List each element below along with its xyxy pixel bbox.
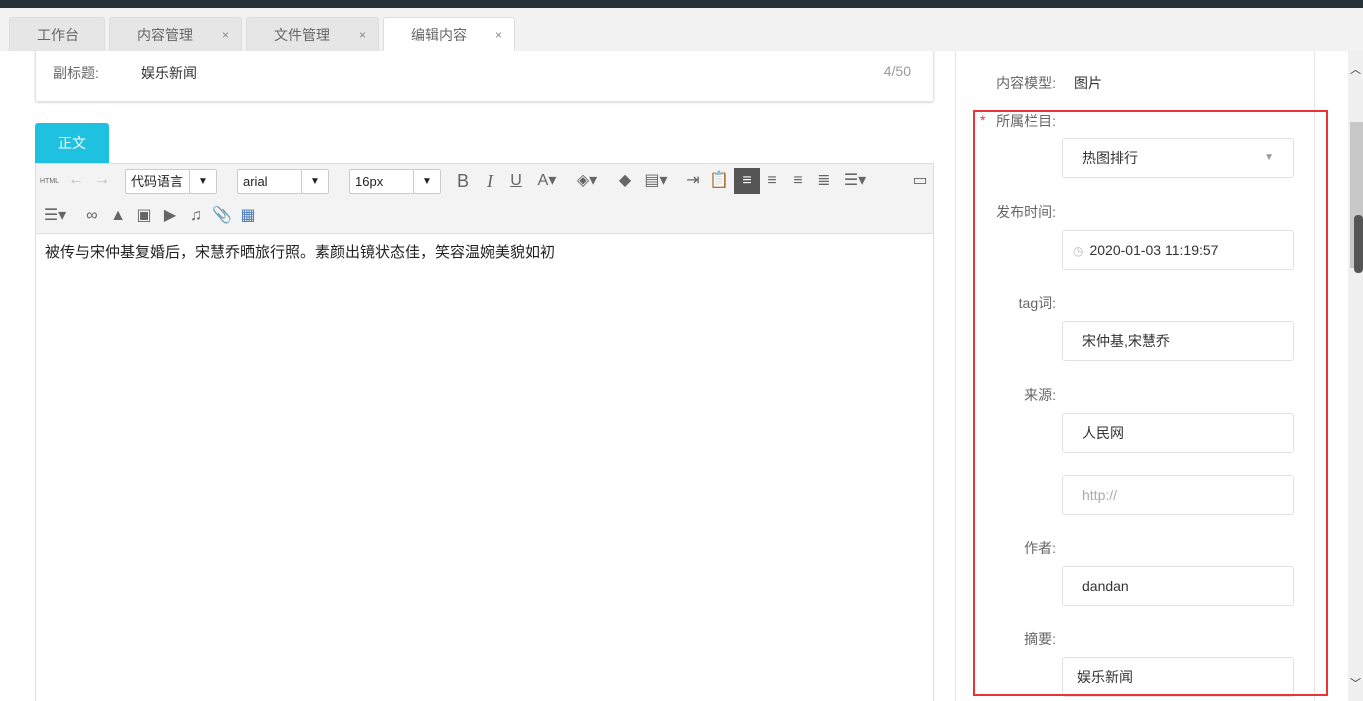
scroll-grip: [1354, 215, 1363, 273]
editor-toolbar: HTML ← → 代码语言 ▼ arial ▼ 16px ▼ B I U A▾ ◈▾ …: [36, 164, 933, 234]
insert-image-icon[interactable]: ▣: [133, 206, 155, 226]
tab-edit-content[interactable]: 编辑内容 ×: [383, 17, 515, 52]
chevron-down-icon: ▼: [413, 170, 440, 193]
image-icon[interactable]: ▲: [107, 206, 129, 226]
tag-label: tag词:: [1018, 295, 1056, 311]
publish-time-label: 发布时间:: [996, 204, 1056, 220]
close-icon[interactable]: ×: [495, 18, 502, 52]
gallery-icon[interactable]: ▦: [237, 206, 259, 226]
close-icon[interactable]: ×: [359, 18, 366, 52]
publish-time-input[interactable]: ◷ 2020-01-03 11:19:57: [1062, 230, 1294, 270]
undo-icon[interactable]: ←: [65, 170, 87, 190]
align-center-icon[interactable]: ≡: [787, 171, 809, 191]
tab-label: 工作台: [37, 27, 79, 43]
subtitle-label: 副标题:: [53, 65, 99, 81]
unordered-list-icon[interactable]: ☰▾: [40, 206, 70, 226]
scrollbar-thumb[interactable]: [1350, 122, 1363, 273]
column-select[interactable]: 热图排行 ▼: [1062, 138, 1294, 178]
tab-label: 编辑内容: [411, 27, 467, 43]
top-bar: [0, 0, 1363, 8]
ordered-list-icon[interactable]: ☰▾: [840, 171, 870, 191]
scroll-down-icon[interactable]: ﹀: [1350, 675, 1361, 691]
main-area: 副标题: 娱乐新闻 4/50 正文 HTML ← → 代码语言 ▼ arial ▼ …: [0, 51, 1348, 701]
select-value: arial: [243, 174, 268, 189]
background-color-icon[interactable]: ◈▾: [572, 171, 602, 191]
close-icon[interactable]: ×: [222, 18, 229, 52]
select-value: 热图排行: [1082, 150, 1138, 166]
attachment-icon[interactable]: 📎: [211, 206, 233, 226]
subtitle-count: 4/50: [883, 63, 911, 79]
column-label: 所属栏目:: [996, 113, 1056, 129]
summary-input[interactable]: 娱乐新闻: [1062, 657, 1294, 697]
select-value: 16px: [355, 174, 384, 189]
tab-bar: 工作台 内容管理 × 文件管理 × 编辑内容 ×: [0, 8, 1363, 52]
source-input[interactable]: 人民网: [1062, 413, 1294, 453]
eraser-icon[interactable]: ◆: [614, 171, 636, 191]
editor-content[interactable]: 被传与宋仲基复婚后，宋慧乔晒旅行照。素颜出镜状态佳，笑容温婉美貌如初: [36, 234, 933, 269]
html-source-button[interactable]: HTML: [40, 172, 59, 192]
font-family-select[interactable]: arial ▼: [237, 169, 329, 194]
properties-panel: 内容模型: 图片 * 所属栏目: 热图排行 ▼ 发布时间: ◷ 2020-01-03…: [955, 51, 1315, 701]
bold-icon[interactable]: B: [452, 171, 474, 191]
source-label: 来源:: [1024, 387, 1056, 403]
scroll-up-icon[interactable]: ︿: [1350, 61, 1361, 77]
scrollbar[interactable]: ︿ ﹀: [1348, 51, 1363, 701]
tab-content-management[interactable]: 内容管理 ×: [109, 17, 242, 51]
summary-label: 摘要:: [1024, 631, 1056, 647]
tab-label: 文件管理: [274, 27, 330, 43]
underline-icon[interactable]: U: [505, 171, 527, 191]
subtitle-input[interactable]: 娱乐新闻: [141, 63, 197, 83]
fullscreen-icon[interactable]: ▭: [909, 171, 931, 191]
author-input[interactable]: dandan: [1062, 566, 1294, 606]
music-icon[interactable]: ♫: [185, 206, 207, 226]
input-value: 2020-01-03 11:19:57: [1089, 242, 1219, 258]
content-model-value: 图片: [1074, 75, 1102, 91]
align-right-icon[interactable]: ≡: [761, 171, 783, 191]
paste-icon[interactable]: 📋: [708, 171, 730, 191]
tab-label: 内容管理: [137, 27, 193, 43]
select-value: 代码语言: [131, 174, 184, 189]
source-url-input[interactable]: http://: [1062, 475, 1294, 515]
content-model-label: 内容模型:: [996, 75, 1056, 91]
align-left-icon[interactable]: ≡: [734, 168, 760, 194]
author-label: 作者:: [1024, 540, 1056, 556]
align-justify-icon[interactable]: ≣: [813, 171, 835, 191]
indent-icon[interactable]: ⇥: [682, 171, 704, 191]
body-tab[interactable]: 正文: [35, 123, 109, 163]
clock-icon: ◷: [1073, 244, 1084, 258]
tab-workbench[interactable]: 工作台: [9, 17, 105, 51]
subtitle-field: 副标题: 娱乐新闻 4/50: [35, 51, 934, 102]
tab-file-management[interactable]: 文件管理 ×: [246, 17, 379, 51]
link-icon[interactable]: ∞: [81, 206, 103, 226]
italic-icon[interactable]: I: [479, 171, 501, 191]
chevron-down-icon: ▼: [189, 170, 216, 193]
code-language-select[interactable]: 代码语言 ▼: [125, 169, 217, 194]
tag-input[interactable]: 宋仲基,宋慧乔: [1062, 321, 1294, 361]
font-color-icon[interactable]: A▾: [532, 171, 562, 191]
paragraph-format-icon[interactable]: ▤▾: [640, 171, 672, 191]
chevron-down-icon: ▼: [301, 170, 328, 193]
redo-icon[interactable]: →: [91, 170, 113, 190]
chevron-down-icon: ▼: [1264, 152, 1274, 163]
font-size-select[interactable]: 16px ▼: [349, 169, 441, 194]
video-icon[interactable]: ▶: [159, 206, 181, 226]
rich-text-editor: HTML ← → 代码语言 ▼ arial ▼ 16px ▼ B I U A▾ ◈▾ …: [35, 163, 934, 701]
